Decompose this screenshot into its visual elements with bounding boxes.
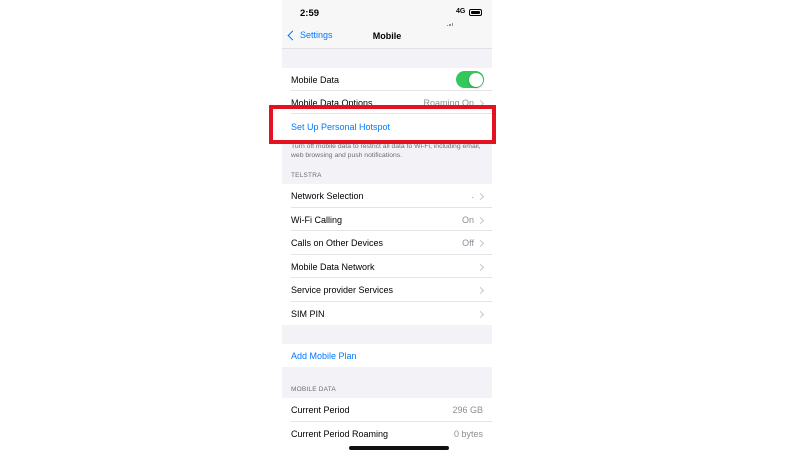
mobile-data-footer: Turn off mobile data to restrict all dat… (291, 143, 481, 159)
row-label: Network Selection (291, 191, 364, 201)
row-label: Mobile Data Network (291, 261, 375, 272)
row-value: . (471, 190, 474, 200)
chevron-right-icon (476, 286, 485, 295)
mobile-data-toggle[interactable] (456, 71, 484, 88)
service-provider-services-row[interactable]: Service provider Services (282, 278, 492, 302)
calls-other-devices-row[interactable]: Calls on Other Devices Off (282, 231, 492, 255)
row-value: On (461, 214, 474, 225)
chevron-right-icon (476, 239, 485, 248)
current-period-row: Current Period 296 GB (282, 398, 492, 422)
row-value: 296 GB (452, 405, 483, 415)
section-header-telstra: TELSTRA (291, 172, 322, 179)
row-label: Current Period (291, 405, 350, 415)
add-mobile-plan-label: Add Mobile Plan (291, 351, 357, 361)
mobile-data-row: Mobile Data (282, 68, 492, 91)
row-value: 0 bytes (453, 428, 483, 439)
row-label: Calls on Other Devices (291, 238, 384, 248)
row-label: Current Period Roaming (291, 428, 389, 439)
sim-pin-row[interactable]: SIM PIN (282, 301, 492, 325)
chevron-right-icon (476, 216, 485, 224)
navigation-bar: Settings Mobile (282, 26, 492, 49)
wifi-calling-row[interactable]: Wi-Fi Calling On (282, 207, 492, 231)
section-header-mobile-data: MOBILE DATA (291, 386, 336, 393)
mobile-data-network-row[interactable]: Mobile Data Network (282, 254, 492, 278)
phone-screen: 2:59 4G Settings Mobile Mobile Data Mobi… (282, 0, 492, 450)
battery-icon (469, 9, 482, 16)
chevron-right-icon (476, 310, 485, 318)
chevron-right-icon (476, 192, 485, 201)
toggle-knob (468, 72, 483, 87)
row-label: SIM PIN (291, 308, 325, 319)
row-value: Off (462, 238, 474, 248)
status-time: 2:59 (300, 8, 320, 19)
row-label: Wi-Fi Calling (291, 214, 343, 225)
page-title: Mobile (372, 31, 402, 41)
home-indicator (349, 446, 449, 450)
highlight-box (269, 105, 496, 144)
mobile-data-label: Mobile Data (291, 75, 340, 85)
network-selection-row[interactable]: Network Selection . (282, 184, 492, 208)
status-bar: 2:59 4G (282, 0, 492, 28)
chevron-right-icon (476, 263, 485, 271)
network-type: 4G (456, 8, 466, 15)
row-label: Service provider Services (291, 285, 394, 295)
add-mobile-plan-row[interactable]: Add Mobile Plan (282, 344, 492, 367)
